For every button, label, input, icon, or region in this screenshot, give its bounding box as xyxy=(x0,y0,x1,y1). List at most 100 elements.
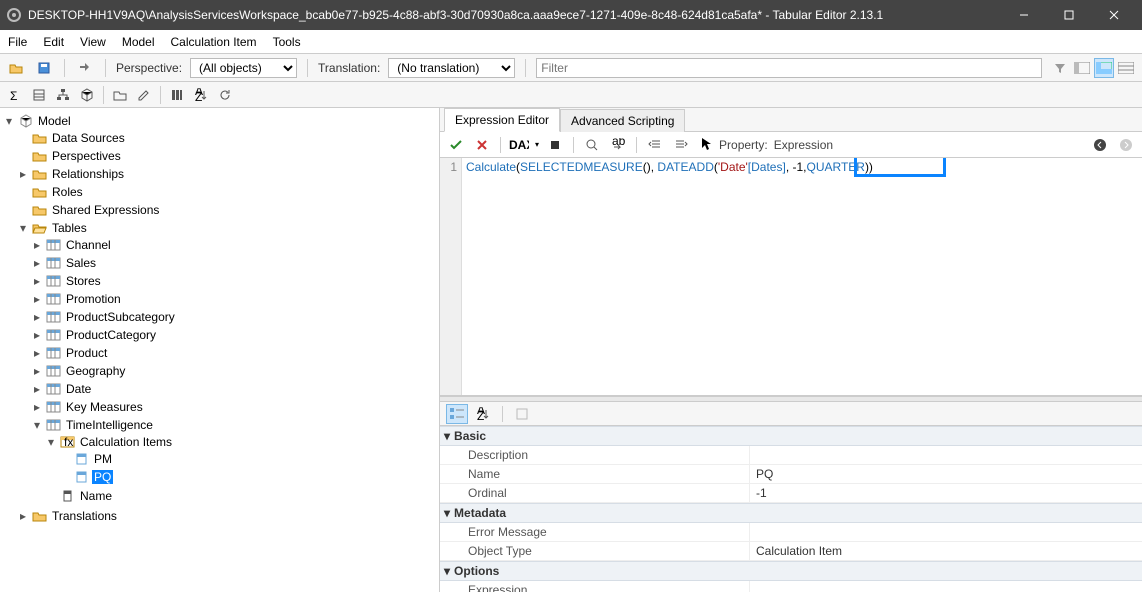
propgrid-row[interactable]: Error Message xyxy=(440,523,1142,542)
perspective-select[interactable]: (All objects) xyxy=(190,58,297,78)
tree-item[interactable]: ▾Model xyxy=(2,113,437,129)
prop-value[interactable]: Calculation Item xyxy=(750,542,1142,560)
translation-select[interactable]: (No translation) xyxy=(388,58,515,78)
menu-edit[interactable]: Edit xyxy=(43,35,64,49)
tree-item[interactable]: Shared Expressions xyxy=(2,202,437,218)
propgrid-row[interactable]: Expression xyxy=(440,581,1142,592)
list-icon[interactable] xyxy=(28,84,50,106)
sort-icon[interactable]: AZ xyxy=(190,84,212,106)
tree-item[interactable]: ▸Relationships xyxy=(2,166,437,182)
tree-item[interactable]: ▸ProductSubcategory xyxy=(2,309,437,325)
replace-icon[interactable]: ab xyxy=(608,135,628,155)
propgrid-row[interactable]: Object TypeCalculation Item xyxy=(440,542,1142,561)
stop-icon[interactable] xyxy=(545,135,565,155)
collapse-icon[interactable]: ▾ xyxy=(16,221,30,235)
tree-item[interactable]: ▸Date xyxy=(2,381,437,397)
tree-item[interactable]: ▸ProductCategory xyxy=(2,327,437,343)
maximize-button[interactable] xyxy=(1046,0,1091,30)
tab-expression-editor[interactable]: Expression Editor xyxy=(444,108,560,132)
collapse-icon[interactable]: ▾ xyxy=(44,435,58,449)
expand-icon[interactable]: ▸ xyxy=(30,400,44,414)
collapse-icon[interactable]: ▾ xyxy=(30,418,44,432)
expand-icon[interactable]: ▸ xyxy=(30,256,44,270)
tree-item[interactable]: ▸Product xyxy=(2,345,437,361)
search-icon[interactable] xyxy=(582,135,602,155)
prop-value[interactable]: -1 xyxy=(750,484,1142,502)
prop-value[interactable] xyxy=(750,581,1142,592)
dax-format-icon[interactable]: DAX xyxy=(509,135,529,155)
tree-item[interactable]: PQ xyxy=(2,469,437,485)
cube-icon[interactable] xyxy=(76,84,98,106)
prop-value[interactable]: PQ xyxy=(750,465,1142,483)
accept-icon[interactable] xyxy=(446,135,466,155)
expand-icon[interactable]: ▸ xyxy=(30,328,44,342)
categorized-icon[interactable] xyxy=(446,404,468,424)
deploy-icon[interactable] xyxy=(75,58,95,78)
edit-icon[interactable] xyxy=(133,84,155,106)
layout1-icon[interactable] xyxy=(1072,58,1092,78)
expand-icon[interactable]: ▸ xyxy=(16,509,30,523)
code-area[interactable]: Calculate(SELECTEDMEASURE(), DATEADD('Da… xyxy=(462,158,1142,395)
menu-model[interactable]: Model xyxy=(122,35,155,49)
expand-icon[interactable]: ▸ xyxy=(30,238,44,252)
tree-item[interactable]: ▸Geography xyxy=(2,363,437,379)
tree-item[interactable]: ▸Key Measures xyxy=(2,399,437,415)
prop-value[interactable] xyxy=(750,523,1142,541)
indent-icon[interactable] xyxy=(671,135,691,155)
tree-item[interactable]: ▸Channel xyxy=(2,237,437,253)
close-button[interactable] xyxy=(1091,0,1136,30)
tree-item[interactable]: ▸Stores xyxy=(2,273,437,289)
propgrid-row[interactable]: Description xyxy=(440,446,1142,465)
menu-view[interactable]: View xyxy=(80,35,106,49)
expand-icon[interactable]: ▸ xyxy=(30,364,44,378)
menu-tools[interactable]: Tools xyxy=(273,35,301,49)
collapse-icon[interactable]: ▾ xyxy=(2,114,16,128)
outdent-icon[interactable] xyxy=(645,135,665,155)
nav-forward-icon[interactable] xyxy=(1116,135,1136,155)
collapse-icon[interactable]: ▾ xyxy=(444,429,450,443)
filter-input[interactable] xyxy=(536,58,1042,78)
tree-item[interactable]: Name xyxy=(2,488,437,504)
expand-icon[interactable]: ▸ xyxy=(30,346,44,360)
propgrid-category[interactable]: ▾Metadata xyxy=(440,503,1142,523)
tree-item[interactable]: Perspectives xyxy=(2,148,437,164)
expand-icon[interactable]: ▸ xyxy=(16,167,30,181)
alphabetical-icon[interactable]: AZ xyxy=(472,404,494,424)
menu-file[interactable]: File xyxy=(8,35,27,49)
prop-value[interactable] xyxy=(750,446,1142,464)
tree-item[interactable]: Data Sources xyxy=(2,130,437,146)
expand-icon[interactable]: ▸ xyxy=(30,382,44,396)
tab-advanced-scripting[interactable]: Advanced Scripting xyxy=(560,109,685,132)
tree-item[interactable]: ▾TimeIntelligence xyxy=(2,417,437,433)
tree-item[interactable]: Roles xyxy=(2,184,437,200)
hierarchy-icon[interactable] xyxy=(52,84,74,106)
layout2-icon[interactable] xyxy=(1094,58,1114,78)
menu-calculation-item[interactable]: Calculation Item xyxy=(171,35,257,49)
propgrid-row[interactable]: Ordinal-1 xyxy=(440,484,1142,503)
collapse-icon[interactable]: ▾ xyxy=(444,506,450,520)
tree-item[interactable]: ▸Promotion xyxy=(2,291,437,307)
propgrid-row[interactable]: NamePQ xyxy=(440,465,1142,484)
propgrid-category[interactable]: ▾Options xyxy=(440,561,1142,581)
nav-back-icon[interactable] xyxy=(1090,135,1110,155)
expand-icon[interactable]: ▸ xyxy=(30,292,44,306)
expand-icon[interactable]: ▸ xyxy=(30,310,44,324)
layout3-icon[interactable] xyxy=(1116,58,1136,78)
tree-item[interactable]: ▸Sales xyxy=(2,255,437,271)
minimize-button[interactable] xyxy=(1001,0,1046,30)
collapse-icon[interactable]: ▾ xyxy=(444,564,450,578)
tree-item[interactable]: ▾fxCalculation Items xyxy=(2,434,437,450)
tree-item[interactable]: ▾Tables xyxy=(2,220,437,236)
cancel-icon[interactable] xyxy=(472,135,492,155)
expand-icon[interactable]: ▸ xyxy=(30,274,44,288)
tree-item[interactable]: PM xyxy=(2,451,437,467)
tree-item[interactable]: ▸Translations xyxy=(2,508,437,524)
refresh-icon[interactable] xyxy=(214,84,236,106)
folder-icon[interactable] xyxy=(109,84,131,106)
save-icon[interactable] xyxy=(34,58,54,78)
model-tree[interactable]: ▾ModelData Sources Perspectives ▸Relations… xyxy=(0,108,440,592)
open-icon[interactable] xyxy=(6,58,26,78)
sigma-icon[interactable]: Σ xyxy=(4,84,26,106)
propgrid-category[interactable]: ▾Basic xyxy=(440,426,1142,446)
propertypages-icon[interactable] xyxy=(511,404,533,424)
